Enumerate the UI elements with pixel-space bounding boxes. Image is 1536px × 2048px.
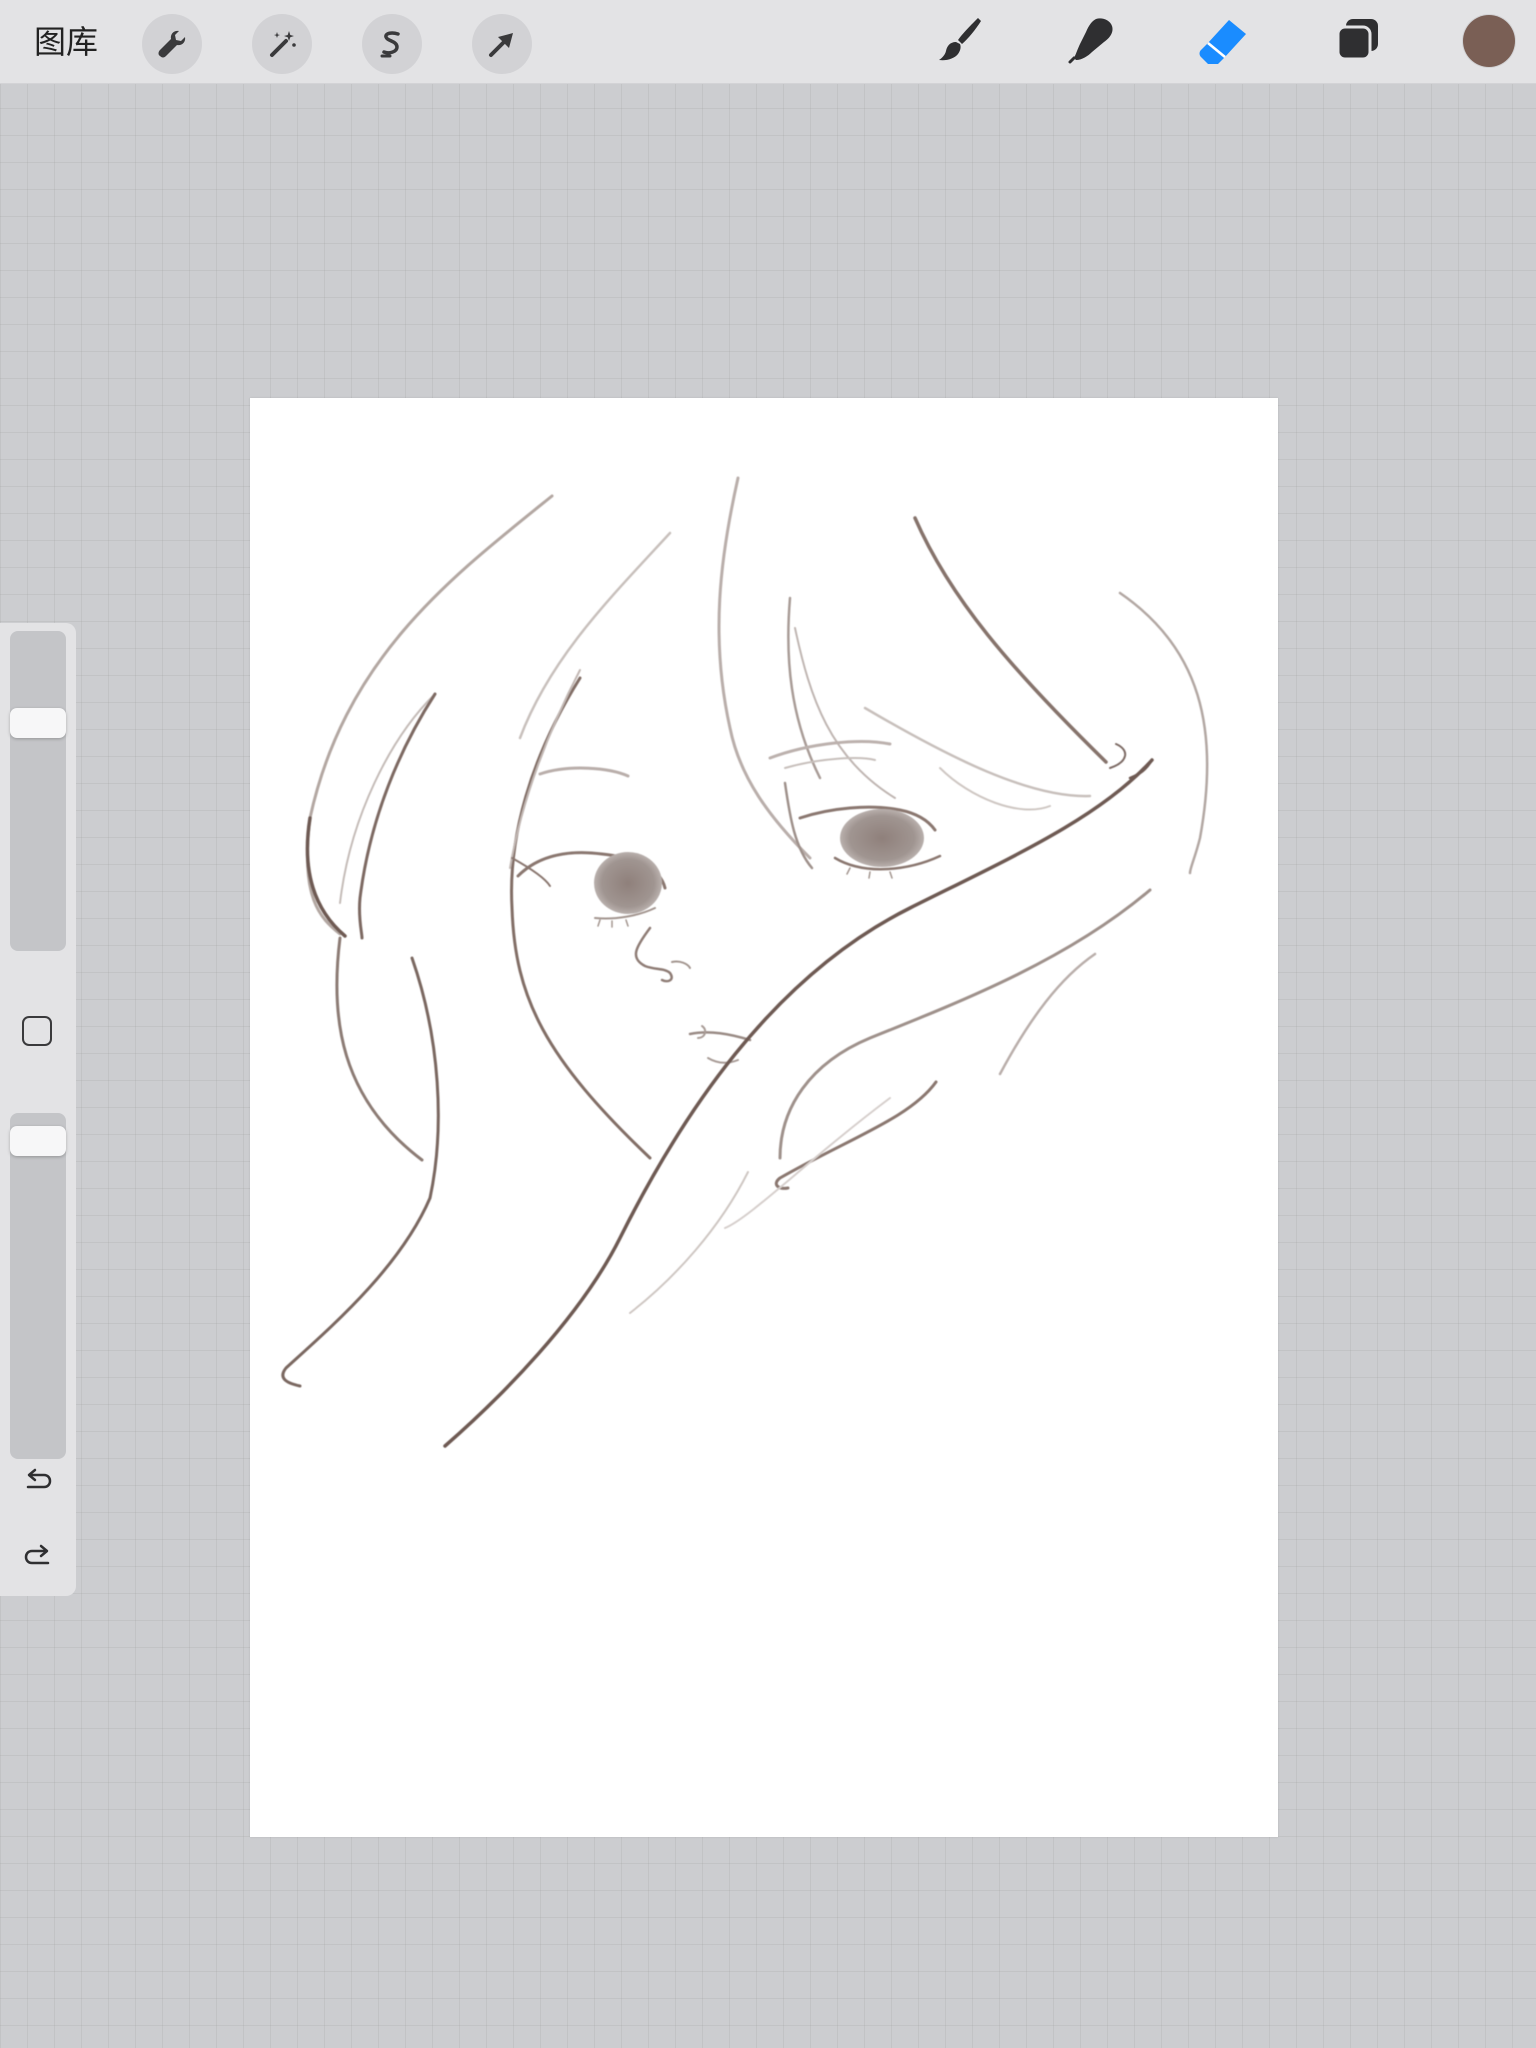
hair-stroke-left-outer	[305, 494, 554, 936]
top-toolbar: 图库	[0, 0, 1536, 84]
eye-right-iris	[840, 809, 924, 867]
eraser-tool-button[interactable]	[1194, 12, 1254, 72]
drawing-canvas[interactable]	[250, 398, 1278, 1837]
eyebrow-left	[538, 766, 630, 778]
undo-button[interactable]	[22, 1466, 54, 1498]
undo-icon	[22, 1464, 54, 1500]
wrench-icon	[155, 27, 189, 61]
eraser-icon	[1196, 14, 1252, 70]
redo-button[interactable]	[22, 1542, 54, 1574]
layers-button[interactable]	[1328, 12, 1388, 72]
brush-size-slider[interactable]	[10, 631, 66, 951]
selection-s-icon	[375, 27, 409, 61]
opacity-slider-thumb[interactable]	[10, 1126, 66, 1157]
hair-stroke-left-inner	[339, 693, 436, 904]
face-left-line	[510, 676, 652, 1160]
hair-stroke-left-lower	[335, 936, 424, 1162]
transform-button[interactable]	[472, 14, 532, 74]
nose	[634, 926, 673, 983]
selection-button[interactable]	[362, 14, 422, 74]
actions-button[interactable]	[142, 14, 202, 74]
hair-stroke-right	[913, 516, 1108, 764]
eye-left-iris	[594, 852, 662, 914]
sidebar	[0, 623, 76, 1596]
modify-button[interactable]	[22, 1016, 52, 1046]
magic-wand-icon	[265, 27, 299, 61]
smudge-finger-icon	[1066, 14, 1118, 70]
eyebrow-right	[768, 740, 892, 760]
sketch-drawing	[281, 476, 1209, 1448]
color-swatch-button[interactable]	[1463, 15, 1515, 67]
paintbrush-icon	[934, 14, 986, 70]
redo-icon	[22, 1540, 54, 1576]
gallery-button[interactable]: 图库	[34, 20, 98, 64]
layers-icon	[1333, 15, 1383, 69]
smudge-tool-button[interactable]	[1062, 12, 1122, 72]
sweep-stroke-lower	[778, 888, 1152, 1160]
sweep-stroke-main	[443, 758, 1154, 1448]
opacity-slider[interactable]	[10, 1113, 66, 1459]
arrow-cursor-icon	[485, 27, 519, 61]
brush-tool-button[interactable]	[930, 12, 990, 72]
brush-size-slider-thumb[interactable]	[10, 708, 66, 739]
adjustments-button[interactable]	[252, 14, 312, 74]
